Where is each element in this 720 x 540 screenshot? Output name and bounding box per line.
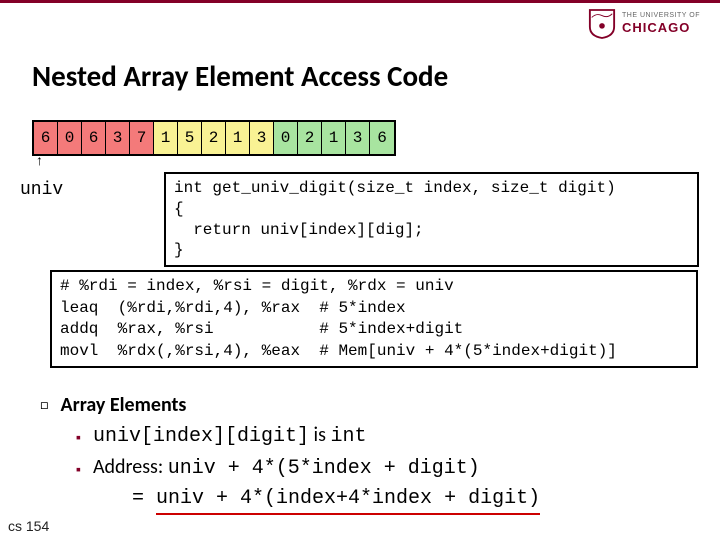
footer-label: cs 154: [8, 518, 49, 534]
asm-code-box: # %rdi = index, %rsi = digit, %rdx = uni…: [50, 270, 698, 368]
array-cell: 1: [154, 122, 178, 154]
array-cell: 6: [34, 122, 58, 154]
bullet-square-icon: □: [40, 394, 48, 420]
array-cell: 5: [178, 122, 202, 154]
array-cell: 3: [346, 122, 370, 154]
array-cell: 1: [226, 122, 250, 154]
array-cell: 3: [250, 122, 274, 154]
logo-name: CHICAGO: [622, 20, 700, 36]
arrow-up-icon: ↑: [36, 152, 43, 168]
text-is: is: [309, 423, 330, 447]
slide-title: Nested Array Element Access Code: [32, 58, 448, 94]
c-code-box: int get_univ_digit(size_t index, size_t …: [164, 172, 699, 267]
array-cell: 2: [298, 122, 322, 154]
code-span: univ[index][digit]: [93, 425, 309, 448]
bullet-sub-icon: ▪: [76, 427, 81, 452]
university-logo: THE UNIVERSITY OF CHICAGO: [588, 8, 700, 40]
univ-label: univ: [20, 180, 63, 200]
bullet-sub-icon: ▪: [76, 459, 81, 484]
array-visual: 606371521302136: [32, 120, 396, 156]
code-span-expanded: univ + 4*(index+4*index + digit): [156, 487, 540, 510]
array-cell: 6: [82, 122, 106, 154]
array-cell: 3: [106, 122, 130, 154]
header-rule: [0, 0, 720, 3]
array-cell: 6: [370, 122, 394, 154]
red-underline: [156, 513, 540, 515]
array-cell: 1: [322, 122, 346, 154]
array-cell: 0: [274, 122, 298, 154]
code-span-int: int: [330, 425, 366, 448]
bullet-section: □ Array Elements ▪ univ[index][digit] is…: [40, 390, 700, 514]
array-cell: 2: [202, 122, 226, 154]
bullet-heading: Array Elements: [60, 393, 186, 417]
logo-small-text: THE UNIVERSITY OF: [622, 12, 700, 20]
array-cell: 0: [58, 122, 82, 154]
array-cell: 7: [130, 122, 154, 154]
eq-sign: =: [132, 487, 156, 510]
shield-icon: [588, 8, 616, 40]
code-span-addr: univ + 4*(5*index + digit): [168, 457, 480, 480]
text-address: Address:: [93, 455, 168, 479]
